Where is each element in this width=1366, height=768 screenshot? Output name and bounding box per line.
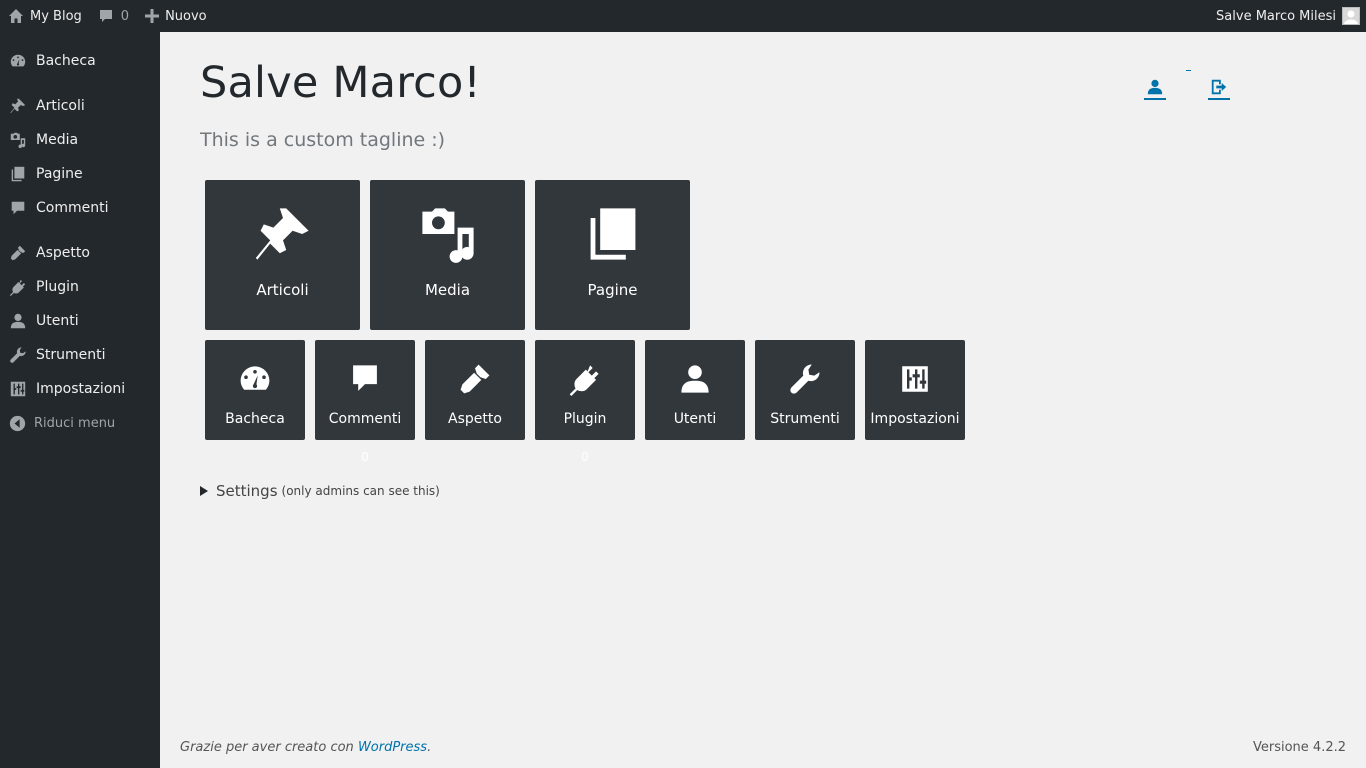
settings-note: (only admins can see this) bbox=[281, 484, 440, 498]
pushpin-icon bbox=[251, 202, 315, 266]
pages-icon bbox=[0, 165, 36, 183]
sidebar-item-articoli[interactable]: Articoli bbox=[0, 89, 160, 123]
settings-toggle[interactable]: Settings (only admins can see this) bbox=[200, 482, 440, 500]
sidebar-item-label: Utenti bbox=[36, 313, 79, 329]
profile-link[interactable] bbox=[1144, 78, 1166, 100]
sidebar-item-media[interactable]: Media bbox=[0, 123, 160, 157]
sidebar-item-label: Articoli bbox=[36, 98, 85, 114]
sidebar-item-label: Plugin bbox=[36, 279, 79, 295]
brush-icon bbox=[457, 360, 493, 398]
pushpin-icon bbox=[0, 97, 36, 115]
avatar bbox=[1342, 7, 1360, 25]
commenti-count: 0 bbox=[361, 450, 369, 464]
settings-icon bbox=[0, 380, 36, 398]
tile-label: Impostazioni bbox=[870, 411, 960, 427]
tile-commenti[interactable]: Commenti bbox=[315, 340, 415, 440]
user-icon bbox=[1147, 79, 1163, 95]
comments-count: 0 bbox=[120, 8, 130, 24]
tile-impostazioni[interactable]: Impostazioni bbox=[865, 340, 965, 440]
new-content-link[interactable]: Nuovo bbox=[137, 0, 215, 32]
settings-icon bbox=[899, 360, 931, 398]
sidebar-item-label: Strumenti bbox=[36, 347, 106, 363]
sidebar-item-utenti[interactable]: Utenti bbox=[0, 304, 160, 338]
wordpress-link[interactable]: WordPress bbox=[358, 740, 427, 755]
tile-plugin[interactable]: Plugin bbox=[535, 340, 635, 440]
tile-label: Plugin bbox=[563, 411, 607, 427]
admin-bar: My Blog 0 Nuovo Salve Marco Milesi bbox=[0, 0, 1366, 32]
wrench-icon bbox=[788, 360, 822, 398]
comment-icon bbox=[99, 10, 112, 22]
tile-label: Bacheca bbox=[225, 411, 285, 427]
site-home-link[interactable]: My Blog bbox=[0, 0, 90, 32]
sidebar-item-strumenti[interactable]: Strumenti bbox=[0, 338, 160, 372]
disclosure-triangle-icon bbox=[200, 486, 208, 496]
tile-label: Commenti bbox=[328, 411, 402, 427]
avatar-silhouette-icon bbox=[1344, 10, 1358, 24]
plug-icon bbox=[0, 278, 36, 296]
tagline: This is a custom tagline :) bbox=[200, 129, 446, 151]
comment-icon bbox=[348, 360, 382, 398]
sidebar-item-label: Bacheca bbox=[36, 53, 96, 69]
collapse-menu-button[interactable]: Riduci menu bbox=[0, 406, 160, 440]
account-menu[interactable]: Salve Marco Milesi bbox=[1216, 7, 1366, 25]
tile-strumenti[interactable]: Strumenti bbox=[755, 340, 855, 440]
footer-thanks-suffix: . bbox=[427, 740, 432, 755]
sidebar-item-impostazioni[interactable]: Impostazioni bbox=[0, 372, 160, 406]
logout-icon bbox=[1211, 79, 1227, 95]
user-icon bbox=[0, 312, 36, 330]
tile-label: Aspetto bbox=[448, 411, 502, 427]
comment-icon bbox=[0, 199, 36, 217]
sidebar-item-aspetto[interactable]: Aspetto bbox=[0, 236, 160, 270]
dashboard-icon bbox=[237, 360, 273, 398]
link-underline-fragment bbox=[1186, 70, 1191, 71]
dashboard-icon bbox=[0, 52, 36, 70]
settings-label: Settings bbox=[216, 482, 278, 500]
main-content: Salve Marco! This is a custom tagline :)… bbox=[160, 32, 1366, 768]
sidebar-item-label: Impostazioni bbox=[36, 381, 126, 397]
tile-bacheca[interactable]: Bacheca bbox=[205, 340, 305, 440]
media-icon bbox=[0, 131, 36, 149]
plug-icon bbox=[568, 360, 602, 398]
wrench-icon bbox=[0, 346, 36, 364]
footer-thanks: Grazie per aver creato con WordPress. bbox=[180, 740, 431, 755]
plus-icon bbox=[145, 9, 160, 23]
sidebar-item-label: Aspetto bbox=[36, 245, 90, 261]
collapse-menu-label: Riduci menu bbox=[34, 415, 116, 431]
tile-articoli[interactable]: Articoli bbox=[205, 180, 360, 330]
sidebar-item-pagine[interactable]: Pagine bbox=[0, 157, 160, 191]
footer-thanks-prefix: Grazie per aver creato con bbox=[180, 740, 358, 755]
footer-version: Versione 4.2.2 bbox=[1252, 740, 1346, 755]
tile-label: Pagine bbox=[587, 281, 638, 299]
media-icon bbox=[416, 202, 480, 266]
admin-sidebar: Bacheca Articoli Media Pagine Commenti A… bbox=[0, 32, 160, 768]
comments-link[interactable]: 0 bbox=[90, 0, 137, 32]
tile-media[interactable]: Media bbox=[370, 180, 525, 330]
user-greeting: Salve Marco Milesi bbox=[1216, 8, 1336, 24]
brush-icon bbox=[0, 244, 36, 262]
sidebar-item-bacheca[interactable]: Bacheca bbox=[0, 44, 160, 78]
tile-label: Utenti bbox=[673, 411, 717, 427]
new-label: Nuovo bbox=[165, 8, 207, 24]
sidebar-item-label: Media bbox=[36, 132, 79, 148]
page-title: Salve Marco! bbox=[200, 58, 481, 108]
site-name: My Blog bbox=[30, 8, 82, 24]
top-actions bbox=[1144, 78, 1272, 100]
home-icon bbox=[9, 9, 23, 23]
tile-utenti[interactable]: Utenti bbox=[645, 340, 745, 440]
sidebar-item-label: Pagine bbox=[36, 166, 83, 182]
user-icon bbox=[678, 360, 712, 398]
plugin-count: 0 bbox=[581, 450, 589, 464]
tile-label: Strumenti bbox=[770, 411, 840, 427]
tile-label: Articoli bbox=[256, 281, 309, 299]
collapse-arrow-icon bbox=[0, 415, 34, 432]
tile-aspetto[interactable]: Aspetto bbox=[425, 340, 525, 440]
tile-pagine[interactable]: Pagine bbox=[535, 180, 690, 330]
sidebar-item-plugin[interactable]: Plugin bbox=[0, 270, 160, 304]
sidebar-item-label: Commenti bbox=[36, 200, 109, 216]
logout-link[interactable] bbox=[1208, 78, 1230, 100]
pages-icon bbox=[581, 202, 645, 266]
sidebar-item-commenti[interactable]: Commenti bbox=[0, 191, 160, 225]
tile-label: Media bbox=[424, 281, 471, 299]
